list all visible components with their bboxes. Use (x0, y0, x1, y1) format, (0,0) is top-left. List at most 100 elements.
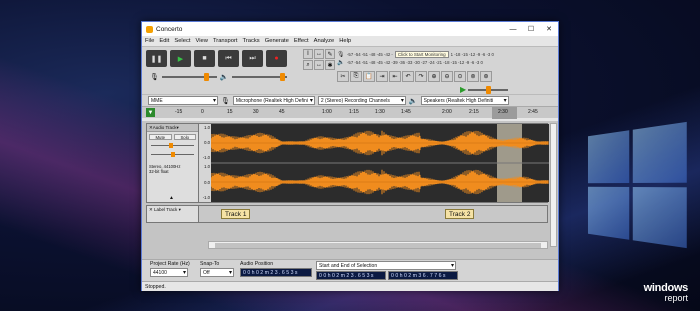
minimize-button[interactable]: — (504, 22, 522, 36)
copy-icon[interactable]: ⎘ (350, 71, 362, 82)
mute-button[interactable]: Mute (149, 134, 172, 140)
menu-analyze[interactable]: Analyze (314, 38, 335, 44)
tools-toolbar: I ↔ ✎ ⌕ ↔ ✱ (303, 49, 335, 70)
draw-tool-icon[interactable]: ✎ (325, 49, 335, 59)
timeline-options-icon[interactable]: ▼ (146, 108, 155, 117)
label-track[interactable]: ✕ Label Track ▾ Track 1 Track 2 (146, 205, 548, 223)
toolbar-area: ❚❚ ▶ ■ ⏮ ⏭ ● I ↔ ✎ ⌕ ↔ ✱ 🎙 -57 -54 -51 -… (142, 46, 558, 94)
meter-toolbar: 🎙 -57 -54 -51 -48 -45 -42 - Click to Sta… (337, 50, 555, 68)
label-track-1[interactable]: Track 1 (221, 209, 251, 219)
status-bar: Stopped. (142, 281, 558, 291)
selection-toolbar: Project Rate (Hz) 44100 Snap-To Off Audi… (142, 259, 558, 281)
transport-toolbar: ❚❚ ▶ ■ ⏮ ⏭ ● (146, 50, 287, 67)
speaker-icon: 🔈 (219, 74, 229, 81)
microphone-icon: 🎙 (221, 97, 230, 105)
selection-start-field[interactable]: 0 0 h 0 2 m 2 3 . 6 5 3 s (316, 271, 386, 280)
record-meter-icon: 🎙 (337, 51, 345, 58)
trim-icon[interactable]: ⇥ (376, 71, 388, 82)
recording-volume-slider[interactable] (161, 73, 217, 81)
app-window: Concerto — ☐ ✕ File Edit Select View Tra… (141, 21, 559, 291)
project-rate-select[interactable]: 44100 (150, 268, 188, 277)
track-menu-icon[interactable]: ▾ (179, 207, 181, 212)
project-rate-label: Project Rate (Hz) (150, 261, 190, 267)
menu-select[interactable]: Select (174, 38, 190, 44)
speaker-icon: 🔈 (408, 97, 418, 105)
play-at-speed-icon[interactable]: ▶ (460, 85, 466, 94)
selection-mode-select[interactable]: Start and End of Selection (316, 261, 456, 270)
solo-button[interactable]: Solo (173, 134, 196, 140)
audio-position-label: Audio Position (240, 261, 274, 267)
playback-volume-slider[interactable] (231, 73, 287, 81)
undo-icon[interactable]: ↶ (402, 71, 414, 82)
zoom-tool-icon[interactable]: ⌕ (303, 60, 313, 70)
start-monitoring-button[interactable]: Click to Start Monitoring (394, 50, 449, 58)
menu-tracks[interactable]: Tracks (243, 38, 260, 44)
label-track-2[interactable]: Track 2 (445, 209, 475, 219)
track-menu-icon[interactable]: ▾ (177, 125, 179, 131)
audio-track-name-button[interactable]: ✕ Audio Track ▾ (147, 124, 198, 132)
stop-button[interactable]: ■ (194, 50, 215, 67)
audio-position-field[interactable]: 0 0 h 0 2 m 2 3 . 6 5 3 s (240, 268, 312, 277)
recording-device-select[interactable]: Microphone (Realtek High Defini (232, 96, 315, 105)
menu-effect[interactable]: Effect (294, 38, 309, 44)
mixer-toolbar: 🎙 🔈 (150, 73, 287, 81)
audio-host-select[interactable]: MME (148, 96, 218, 105)
skip-to-start-button[interactable]: ⏮ (218, 50, 239, 67)
recording-channels-select[interactable]: 2 (Stereo) Recording Channels (317, 96, 406, 105)
timeshift-tool-icon[interactable]: ↔ (314, 60, 324, 70)
silence-icon[interactable]: ⇤ (389, 71, 401, 82)
app-icon (146, 25, 153, 33)
audio-track-controls: ✕ Audio Track ▾ Mute Solo Stereo, 44100H… (147, 124, 199, 202)
paste-icon[interactable]: 📋 (363, 71, 375, 82)
multi-tool-icon[interactable]: ✱ (325, 60, 335, 70)
envelope-tool-icon[interactable]: ↔ (314, 49, 324, 59)
playback-speed-slider[interactable] (468, 85, 509, 94)
pan-slider[interactable] (151, 151, 194, 158)
audio-track[interactable]: ✕ Audio Track ▾ Mute Solo Stereo, 44100H… (146, 123, 549, 203)
menu-edit[interactable]: Edit (159, 38, 169, 44)
snap-to-label: Snap-To (200, 261, 220, 267)
waveform (211, 124, 549, 202)
menu-transport[interactable]: Transport (213, 38, 238, 44)
waveform-display[interactable] (211, 124, 549, 202)
amplitude-scale: 1.0 0.0 -1.0 1.0 0.0 -1.0 (199, 124, 211, 202)
menu-file[interactable]: File (145, 38, 154, 44)
horizontal-scrollbar[interactable] (208, 241, 548, 249)
selection-tool-icon[interactable]: I (303, 49, 313, 59)
gain-slider[interactable] (151, 142, 194, 149)
playback-device-select[interactable]: Speakers (Realtek High Definiti (420, 96, 509, 105)
vertical-scrollbar[interactable] (550, 123, 557, 247)
play-at-speed-toolbar: ▶ (460, 85, 509, 94)
timeline-ruler[interactable]: ▼ -15 0 15 30 45 1:00 1:15 1:30 1:45 2:0… (142, 106, 558, 119)
zoom-out-icon[interactable]: ⊖ (441, 71, 453, 82)
pause-button[interactable]: ❚❚ (146, 50, 167, 67)
collapse-track-icon[interactable]: ▲ (169, 195, 174, 201)
fit-selection-icon[interactable]: ⊙ (454, 71, 466, 82)
menu-generate[interactable]: Generate (265, 38, 289, 44)
zoom-in-icon[interactable]: ⊕ (428, 71, 440, 82)
fit-project-icon[interactable]: ⊚ (467, 71, 479, 82)
record-meter[interactable]: 🎙 -57 -54 -51 -48 -45 -42 - Click to Sta… (337, 50, 555, 58)
zoom-toggle-icon[interactable]: ⊛ (480, 71, 492, 82)
selection-end-field[interactable]: 0 0 h 0 2 m 3 6 . 7 7 6 s (388, 271, 458, 280)
record-button[interactable]: ● (266, 50, 287, 67)
playback-meter[interactable]: 🔈 -57 -54 -51 -48 -45 -42 -39 -36 -33 -3… (337, 58, 555, 66)
menu-view[interactable]: View (195, 38, 207, 44)
windows-report-watermark: windows report (643, 282, 689, 303)
skip-to-end-button[interactable]: ⏭ (242, 50, 263, 67)
track-panel: ✕ Audio Track ▾ Mute Solo Stereo, 44100H… (142, 121, 558, 259)
close-button[interactable]: ✕ (540, 22, 558, 36)
cut-icon[interactable]: ✂ (337, 71, 349, 82)
redo-icon[interactable]: ↷ (415, 71, 427, 82)
snap-to-select[interactable]: Off (200, 268, 234, 277)
maximize-button[interactable]: ☐ (522, 22, 540, 36)
edit-toolbar: ✂ ⎘ 📋 ⇥ ⇤ ↶ ↷ ⊕ ⊖ ⊙ ⊚ ⊛ (337, 71, 492, 82)
speaker-meter-icon: 🔈 (337, 59, 345, 66)
title-bar: Concerto — ☐ ✕ (142, 22, 558, 36)
menu-help[interactable]: Help (339, 38, 351, 44)
menu-bar: File Edit Select View Transport Tracks G… (142, 36, 558, 46)
track-format-info: Stereo, 44100Hz 32-bit float (149, 164, 181, 175)
play-button[interactable]: ▶ (170, 50, 191, 67)
microphone-icon: 🎙 (150, 74, 159, 81)
label-track-controls: ✕ Label Track ▾ (147, 206, 199, 222)
